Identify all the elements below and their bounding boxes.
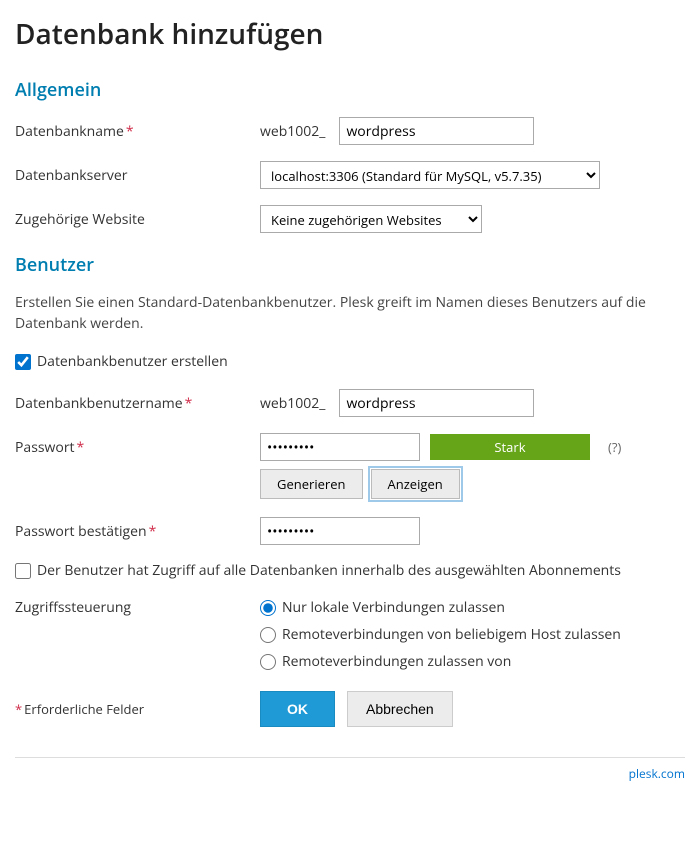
db-username-label: Datenbankbenutzername* (15, 394, 260, 413)
access-local-radio[interactable] (260, 600, 276, 616)
all-db-access-label: Der Benutzer hat Zugriff auf alle Datenb… (37, 561, 621, 580)
db-server-label: Datenbankserver (15, 166, 260, 185)
confirm-password-input[interactable] (260, 517, 420, 545)
ok-button[interactable]: OK (260, 691, 335, 727)
password-input[interactable] (260, 433, 420, 461)
access-local-label: Nur lokale Verbindungen zulassen (282, 598, 505, 617)
access-remote-from-radio[interactable] (260, 654, 276, 670)
db-username-input[interactable] (339, 389, 534, 417)
show-password-button[interactable]: Anzeigen (371, 469, 460, 499)
db-server-select[interactable]: localhost:3306 (Standard für MySQL, v5.7… (260, 161, 600, 189)
password-strength-indicator: Stark (430, 434, 590, 460)
page-title: Datenbank hinzufügen (15, 15, 685, 53)
all-db-access-checkbox[interactable] (15, 563, 31, 579)
related-site-label: Zugehörige Website (15, 210, 260, 229)
db-name-input[interactable] (339, 117, 534, 145)
footer-divider (15, 757, 685, 758)
password-label: Passwort* (15, 438, 260, 457)
access-control-label: Zugriffssteuerung (15, 598, 260, 617)
access-remote-from-label: Remoteverbindungen zulassen von (282, 652, 511, 671)
db-username-prefix: web1002_ (260, 394, 325, 413)
required-fields-note: *Erforderliche Felder (15, 700, 260, 718)
generate-password-button[interactable]: Generieren (260, 469, 363, 499)
section-user-heading: Benutzer (15, 253, 685, 277)
section-general-heading: Allgemein (15, 78, 685, 102)
db-name-label: Datenbankname* (15, 122, 260, 141)
db-name-prefix: web1002_ (260, 122, 325, 141)
cancel-button[interactable]: Abbrechen (347, 691, 453, 727)
access-remote-any-radio[interactable] (260, 627, 276, 643)
required-asterisk: * (126, 122, 134, 141)
required-asterisk: * (77, 438, 85, 457)
confirm-password-label: Passwort bestätigen* (15, 522, 260, 541)
password-help-icon[interactable]: (?) (608, 438, 621, 456)
access-remote-any-label: Remoteverbindungen von beliebigem Host z… (282, 625, 621, 644)
create-user-checkbox[interactable] (15, 354, 31, 370)
user-section-description: Erstellen Sie einen Standard-Datenbankbe… (15, 292, 685, 334)
create-user-label: Datenbankbenutzer erstellen (37, 352, 228, 371)
related-site-select[interactable]: Keine zugehörigen Websites (260, 205, 482, 233)
required-asterisk: * (149, 522, 157, 541)
required-asterisk: * (185, 394, 193, 413)
plesk-link[interactable]: plesk.com (15, 765, 685, 782)
